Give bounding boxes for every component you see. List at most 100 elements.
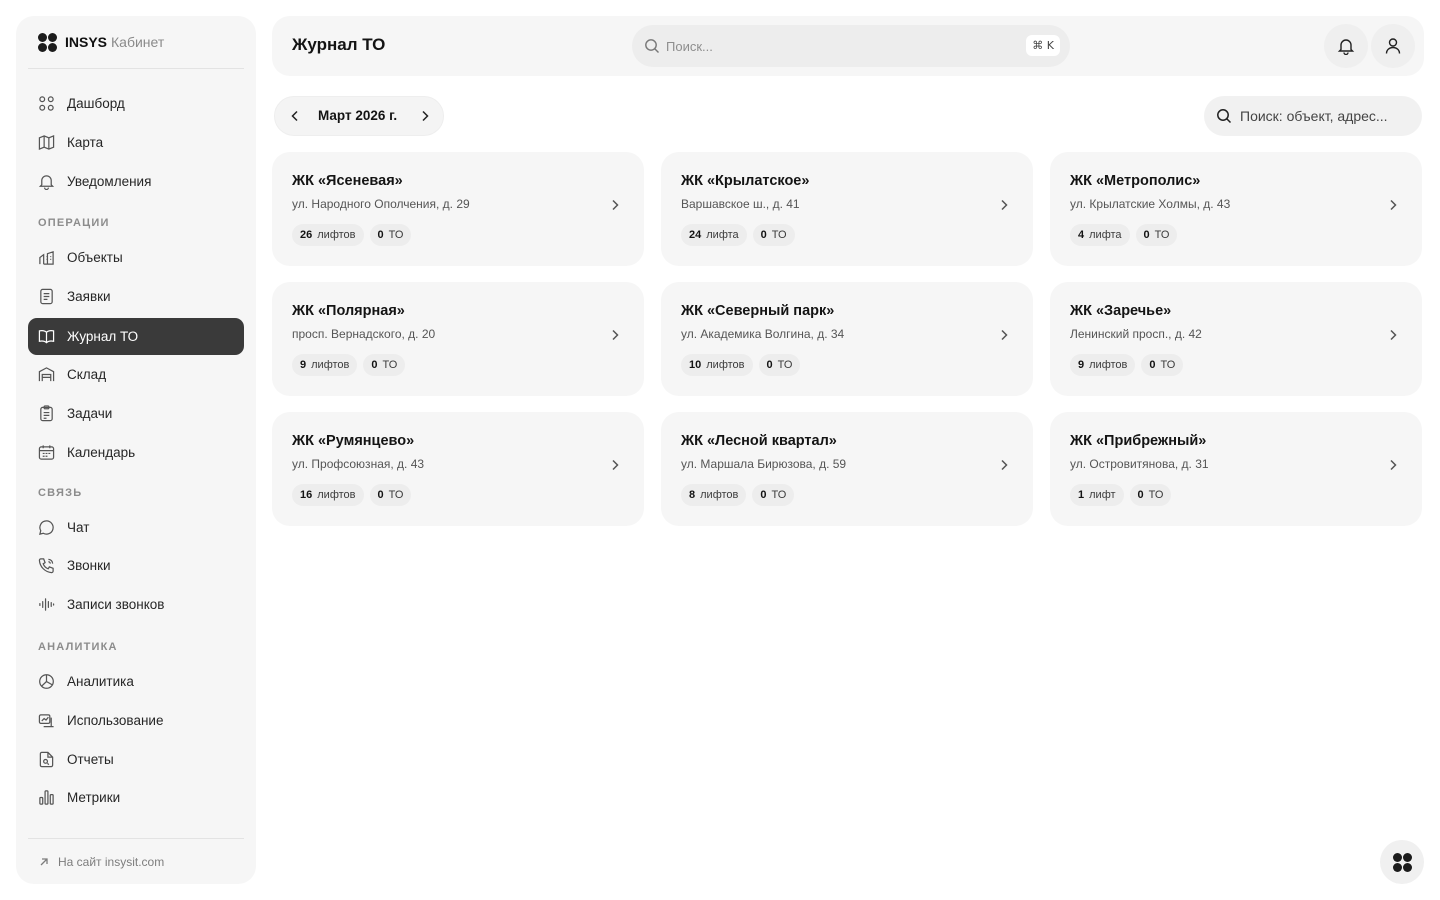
- object-address: ул. Островитянова, д. 31: [1070, 457, 1209, 471]
- object-card[interactable]: ЖК «Прибрежный» ул. Островитянова, д. 31…: [1050, 412, 1422, 526]
- external-site-label: На сайт insysit.com: [58, 854, 165, 869]
- top-header: Журнал ТО ⌘ K: [272, 16, 1424, 76]
- object-address: ул. Маршала Бирюзова, д. 59: [681, 457, 847, 471]
- sidebar-item-label: Объекты: [67, 250, 123, 265]
- brand-subtitle: Кабинет: [111, 34, 165, 50]
- chevron-right-icon[interactable]: [417, 108, 433, 124]
- object-address: ул. Профсоюзная, д. 43: [292, 457, 425, 471]
- chevron-right-icon: [612, 199, 619, 211]
- object-card[interactable]: ЖК «Румянцево» ул. Профсоюзная, д. 43 16…: [272, 412, 644, 526]
- lifts-badge: 16 лифтов: [292, 484, 364, 506]
- sidebar-item-label: Отчеты: [67, 752, 114, 767]
- sidebar-item-metrics[interactable]: Метрики: [28, 779, 244, 816]
- sidebar-item-call-records[interactable]: Записи звонков: [28, 586, 244, 623]
- usage-icon: [38, 714, 54, 728]
- chevron-left-icon[interactable]: [287, 108, 303, 124]
- object-card[interactable]: ЖК «Полярная» просп. Вернадского, д. 20 …: [272, 282, 644, 396]
- phone-icon: [38, 558, 54, 574]
- sidebar-item-label: Аналитика: [67, 674, 134, 689]
- sidebar-item-label: Склад: [67, 367, 107, 382]
- tasks-icon: [40, 405, 53, 422]
- chevron-right-icon: [612, 459, 619, 471]
- object-name: ЖК «Заречье»: [1070, 303, 1172, 319]
- global-search[interactable]: ⌘ K: [632, 25, 1070, 67]
- lifts-badge: 9 лифтов: [1070, 354, 1136, 376]
- object-address: Ленинский просп., д. 42: [1070, 327, 1202, 341]
- to-badge: 0 ТО: [758, 354, 801, 376]
- to-badge: 0 ТО: [752, 484, 795, 506]
- to-badge: 0 ТО: [1129, 484, 1172, 506]
- sidebar-item-label: Уведомления: [67, 174, 152, 189]
- lifts-badge: 26 лифтов: [292, 224, 364, 246]
- object-card[interactable]: ЖК «Лесной квартал» ул. Маршала Бирюзова…: [661, 412, 1033, 526]
- object-name: ЖК «Метрополис»: [1070, 173, 1201, 189]
- notifications-button[interactable]: [1324, 24, 1368, 68]
- sidebar-item-analytics[interactable]: Аналитика: [28, 663, 244, 700]
- external-site-link[interactable]: На сайт insysit.com: [28, 838, 244, 884]
- sidebar-item-label: Дашборд: [67, 96, 125, 111]
- sidebar-item-label: Записи звонков: [67, 597, 165, 612]
- object-address: просп. Вернадского, д. 20: [292, 327, 436, 341]
- chevron-right-icon: [1001, 329, 1008, 341]
- object-card[interactable]: ЖК «Северный парк» ул. Академика Волгина…: [661, 282, 1033, 396]
- sidebar-item-dashboard[interactable]: Дашборд: [28, 85, 244, 122]
- chat-icon: [39, 520, 54, 535]
- sidebar-item-calendar[interactable]: Календарь: [28, 434, 244, 471]
- sidebar-item-requests[interactable]: Заявки: [28, 278, 244, 315]
- object-name: ЖК «Румянцево»: [292, 433, 415, 449]
- object-name: ЖК «Прибрежный»: [1070, 433, 1207, 449]
- to-badge: 0 ТО: [752, 224, 795, 246]
- search-shortcut: ⌘ K: [1026, 35, 1060, 56]
- month-picker: Март 2026 г.: [274, 96, 444, 136]
- object-search[interactable]: [1204, 96, 1422, 136]
- chevron-right-icon: [612, 329, 619, 341]
- reports-icon: [39, 751, 54, 768]
- warehouse-icon: [38, 367, 55, 382]
- sidebar-item-label: Использование: [67, 713, 164, 728]
- requests-icon: [40, 288, 53, 305]
- sidebar-item-label: Журнал ТО: [67, 329, 139, 344]
- sidebar-item-notifications[interactable]: Уведомления: [28, 163, 244, 200]
- object-address: ул. Крылатские Холмы, д. 43: [1070, 197, 1231, 211]
- sidebar-item-map[interactable]: Карта: [28, 124, 244, 161]
- logo-icon: [38, 32, 57, 52]
- brand-name: INSYS: [65, 34, 108, 50]
- apps-icon: [1392, 852, 1412, 872]
- apps-button[interactable]: [1380, 840, 1424, 884]
- lifts-badge: 8 лифтов: [681, 484, 747, 506]
- sidebar-item-label: Календарь: [67, 445, 136, 460]
- sidebar-item-chat[interactable]: Чат: [28, 509, 244, 546]
- user-icon: [1385, 38, 1401, 54]
- sidebar-item-label: Задачи: [67, 406, 113, 421]
- dashboard-icon: [39, 96, 54, 111]
- object-name: ЖК «Ясеневая»: [292, 173, 403, 189]
- sidebar-item-journal[interactable]: Журнал ТО: [28, 318, 244, 355]
- sidebar-item-reports[interactable]: Отчеты: [28, 741, 244, 778]
- object-card[interactable]: ЖК «Ясеневая» ул. Народного Ополчения, д…: [272, 152, 644, 266]
- object-card[interactable]: ЖК «Заречье» Ленинский просп., д. 42 9 ли…: [1050, 282, 1422, 396]
- arrow-up-right-icon: [40, 857, 48, 865]
- sidebar-item-warehouse[interactable]: Склад: [28, 356, 244, 393]
- object-name: ЖК «Лесной квартал»: [681, 433, 837, 449]
- sidebar: INSYS Кабинет Дашборд Карта Уведомления …: [16, 16, 256, 884]
- brand[interactable]: INSYS Кабинет: [28, 16, 244, 69]
- search-icon: [645, 39, 659, 53]
- chevron-right-icon: [1390, 199, 1397, 211]
- bell-icon: [1337, 39, 1355, 55]
- object-card[interactable]: ЖК «Крылатское» Варшавское ш., д. 41 24 л…: [661, 152, 1033, 266]
- sidebar-item-usage[interactable]: Использование: [28, 702, 244, 739]
- lifts-badge: 1 лифт: [1070, 484, 1124, 506]
- nav-section-communication: СВЯЗЬ: [38, 487, 83, 499]
- global-search-input[interactable]: [666, 35, 966, 57]
- lifts-badge: 4 лифта: [1070, 224, 1130, 246]
- sidebar-item-calls[interactable]: Звонки: [28, 547, 244, 584]
- profile-button[interactable]: [1371, 24, 1415, 68]
- object-search-input[interactable]: [1240, 105, 1412, 127]
- to-badge: 0 ТО: [1135, 224, 1178, 246]
- sidebar-item-label: Карта: [67, 135, 104, 150]
- sidebar-item-label: Заявки: [67, 289, 111, 304]
- object-card[interactable]: ЖК «Метрополис» ул. Крылатские Холмы, д.…: [1050, 152, 1422, 266]
- calendar-icon: [38, 445, 55, 460]
- sidebar-item-tasks[interactable]: Задачи: [28, 395, 244, 432]
- sidebar-item-objects[interactable]: Объекты: [28, 239, 244, 276]
